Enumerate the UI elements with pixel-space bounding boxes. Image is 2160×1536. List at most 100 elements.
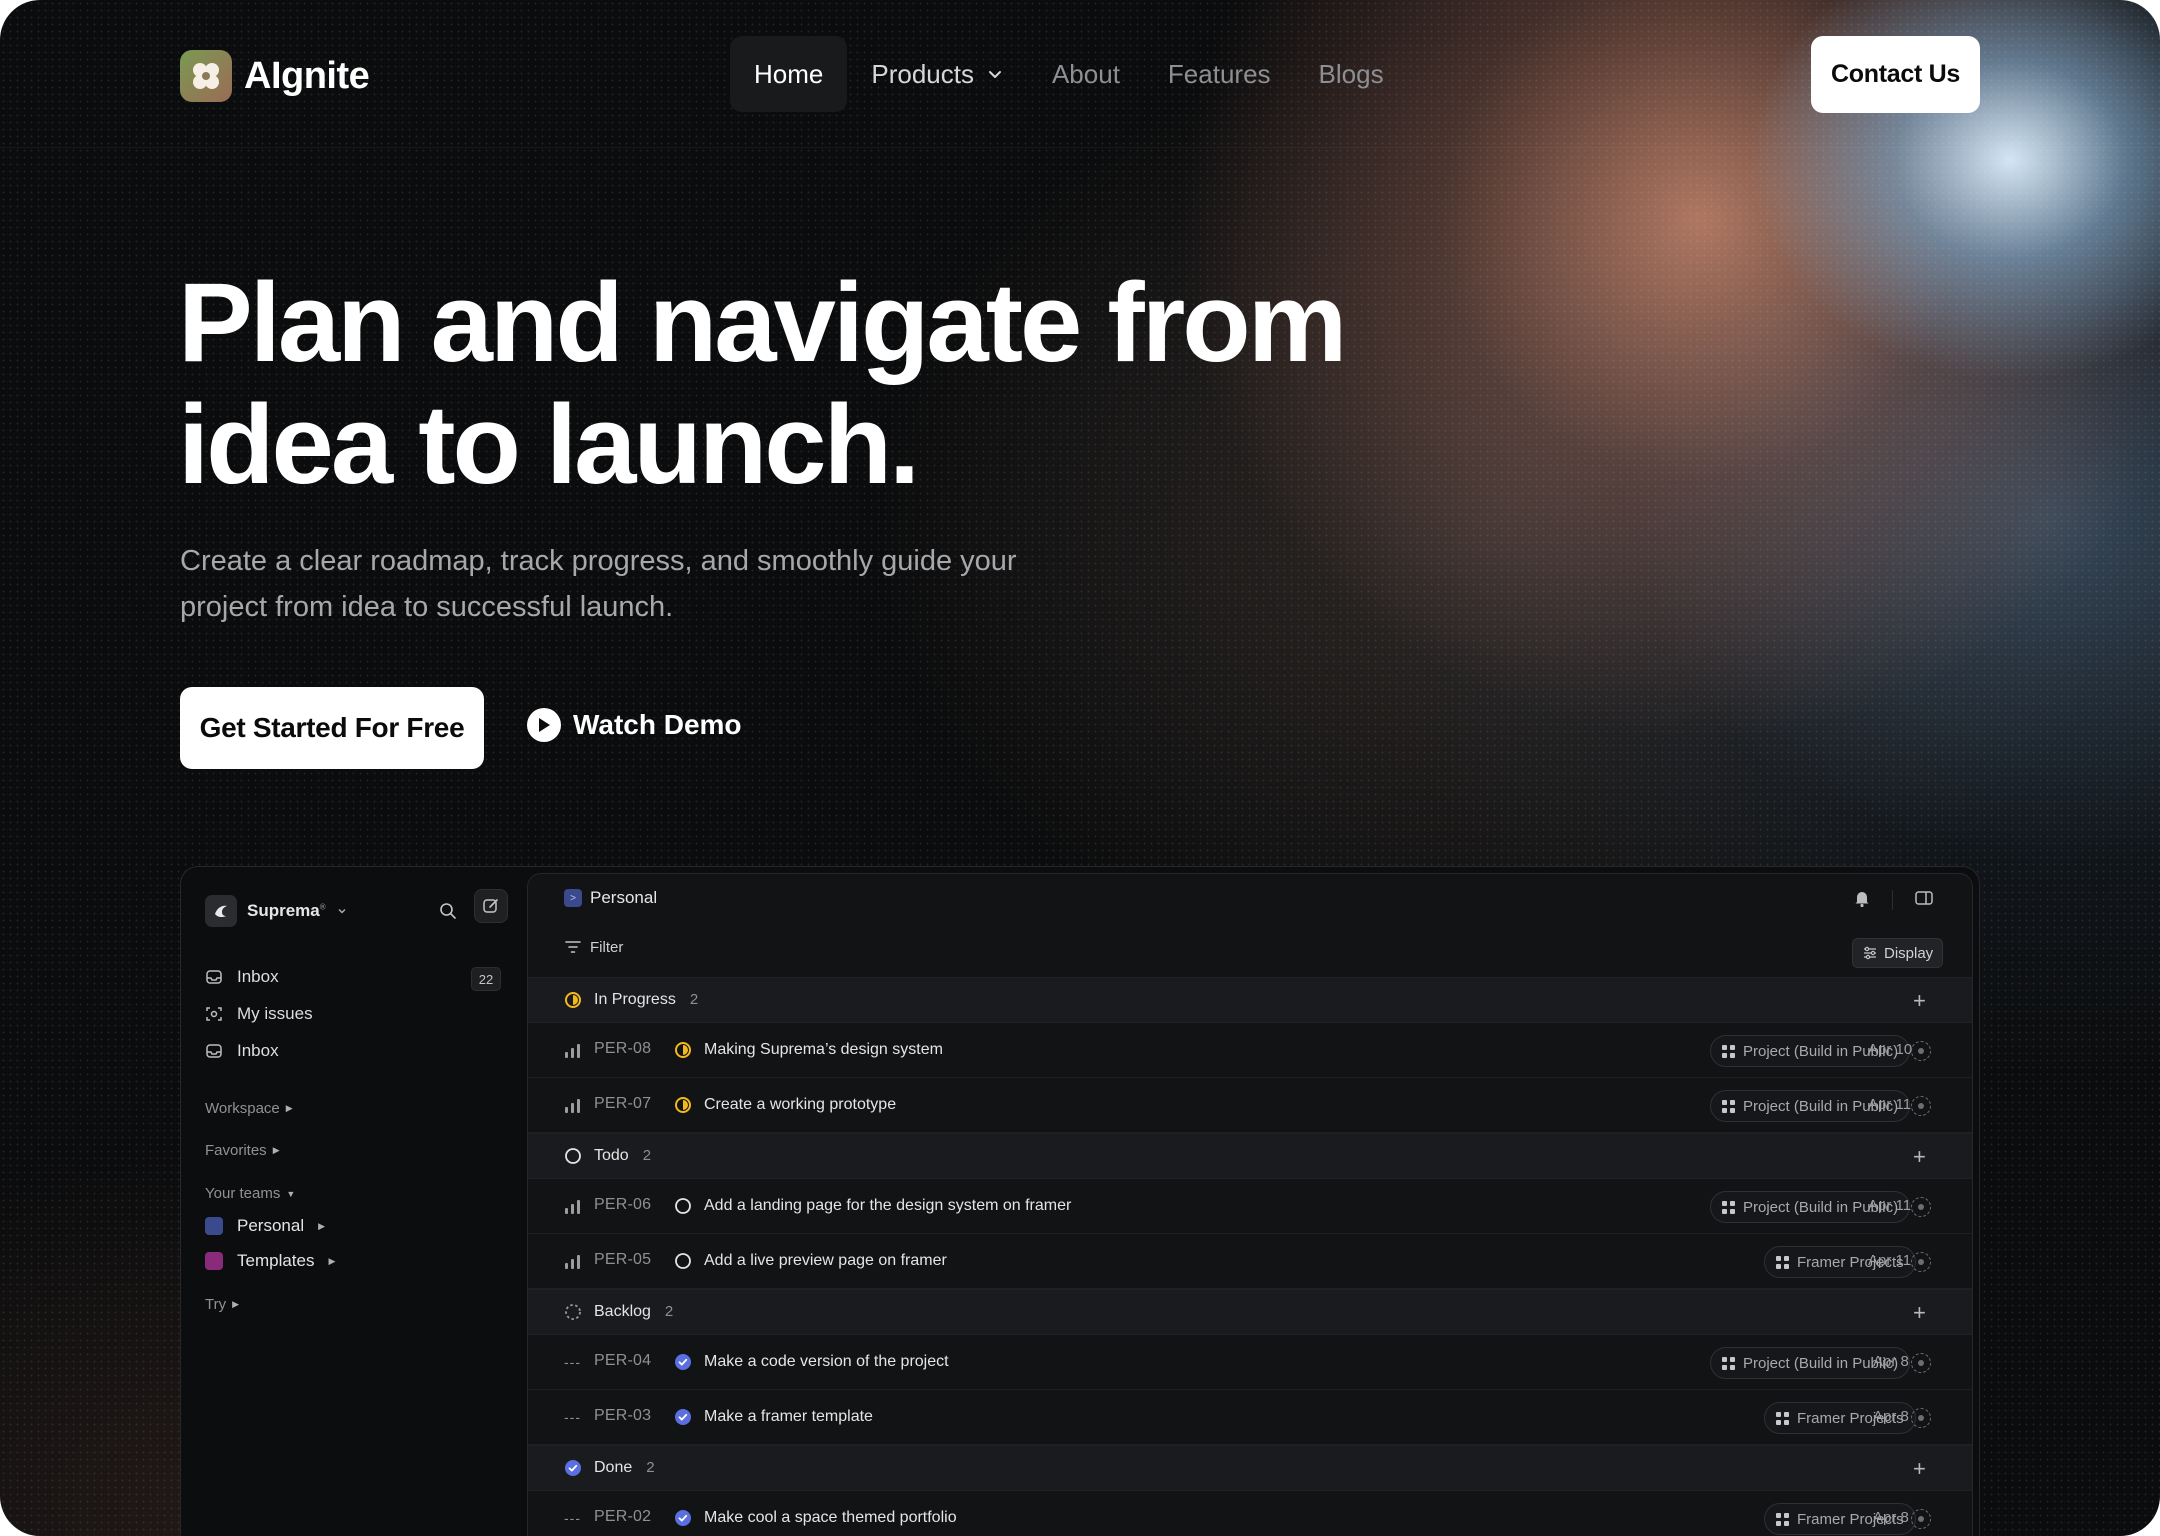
group-header[interactable]: Done 2 + [528, 1445, 1972, 1491]
issue-date: Apr 8 [1873, 1509, 1909, 1526]
section-your-teams[interactable]: Your teams ▼ [205, 1185, 295, 1202]
watch-demo-button[interactable]: Watch Demo [527, 708, 742, 742]
assignee-icon[interactable] [1911, 1252, 1931, 1272]
issue-row[interactable]: --- PER-04 Make a code version of the proj… [528, 1335, 1972, 1390]
compose-icon[interactable] [474, 889, 508, 923]
sidebar-toggle-icon[interactable] [1914, 888, 1934, 908]
section-label: Favorites [205, 1142, 267, 1159]
sidebar-item-my-issues[interactable]: My issues [205, 1004, 313, 1024]
assignee-icon[interactable] [1911, 1096, 1931, 1116]
group-header[interactable]: Todo 2 + [528, 1133, 1972, 1179]
issue-row[interactable]: --- PER-02 Make cool a space themed portfo… [528, 1491, 1972, 1536]
issue-title: Make a framer template [704, 1408, 873, 1425]
in-progress-icon [674, 1041, 692, 1064]
no-priority-icon: --- [564, 1409, 581, 1425]
group-count: 2 [664, 1303, 674, 1320]
caret-right-icon: ▶ [272, 1145, 280, 1155]
issue-row[interactable]: PER-07 Create a working prototype Project … [528, 1078, 1972, 1133]
todo-circle-icon [564, 1147, 582, 1170]
display-label: Display [1884, 944, 1934, 962]
hero-title: Plan and navigate from idea to launch. [178, 260, 1347, 506]
nav-blogs[interactable]: Blogs [1295, 36, 1408, 112]
display-button[interactable]: Display [1852, 938, 1944, 968]
issue-id: PER-03 [594, 1407, 652, 1424]
assignee-icon[interactable] [1911, 1041, 1931, 1061]
caret-right-icon: ▶ [232, 1299, 240, 1309]
group-header[interactable]: In Progress 2 + [528, 977, 1972, 1023]
nav-products-label: Products [871, 58, 974, 89]
group-header[interactable]: Backlog 2 + [528, 1289, 1972, 1335]
group-name-text: Todo [594, 1147, 629, 1164]
issue-date: Apr 8 [1873, 1408, 1909, 1425]
no-priority-icon: --- [564, 1354, 581, 1370]
section-label: Workspace [205, 1100, 280, 1117]
workspace-switcher[interactable]: Suprema® [205, 895, 348, 927]
target-icon [206, 1007, 222, 1021]
search-icon[interactable] [434, 897, 462, 925]
divider [1892, 890, 1893, 910]
section-label: Try [205, 1296, 227, 1313]
add-issue-icon[interactable]: + [1913, 1144, 1926, 1170]
issue-date: Apr 11 [1868, 1096, 1912, 1113]
assignee-icon[interactable] [1911, 1509, 1931, 1529]
hero-subtitle-line2: project from idea to successful launch. [180, 591, 674, 623]
bell-icon[interactable] [1852, 888, 1872, 908]
sliders-icon [1864, 946, 1876, 960]
section-favorites[interactable]: Favorites ▶ [205, 1142, 280, 1159]
nav-about[interactable]: About [1028, 36, 1144, 112]
filter-button[interactable]: Filter [564, 938, 623, 956]
contact-us-button[interactable]: Contact Us [1811, 36, 1980, 113]
group-name: Done 2 [594, 1459, 655, 1477]
inbox-count-badge: 22 [471, 967, 501, 991]
add-issue-icon[interactable]: + [1913, 1456, 1926, 1482]
issue-row[interactable]: PER-08 Making Suprema’s design system Proj… [528, 1023, 1972, 1078]
grid-icon [1776, 1512, 1789, 1526]
issue-row[interactable]: PER-05 Add a live preview page on framer F… [528, 1234, 1972, 1289]
caret-down-icon: ▼ [286, 1188, 296, 1199]
issue-id: PER-06 [594, 1196, 652, 1213]
assignee-icon[interactable] [1911, 1197, 1931, 1217]
issue-title: Add a landing page for the design system… [704, 1197, 1072, 1214]
section-workspace[interactable]: Workspace ▶ [205, 1100, 293, 1117]
grid-icon [1722, 1044, 1735, 1058]
section-try[interactable]: Try ▶ [205, 1296, 239, 1313]
assignee-icon[interactable] [1911, 1353, 1931, 1373]
issue-id: PER-05 [594, 1251, 652, 1268]
panel-title-text: Personal [590, 888, 658, 907]
todo-circle-icon [674, 1252, 692, 1275]
sidebar-item-inbox[interactable]: Inbox [205, 967, 279, 987]
team-personal[interactable]: Personal ▶ [205, 1216, 325, 1236]
issue-date: Apr 11 [1868, 1197, 1912, 1214]
group-count: 2 [642, 1147, 652, 1164]
issue-id: PER-02 [594, 1508, 652, 1525]
issue-id: PER-07 [594, 1095, 652, 1112]
brand-logo[interactable]: AIgnite [180, 50, 370, 102]
get-started-button[interactable]: Get Started For Free [180, 687, 484, 769]
assignee-icon[interactable] [1911, 1408, 1931, 1428]
caret-right-icon: ▶ [328, 1255, 336, 1266]
nav-products[interactable]: Products [847, 36, 1028, 112]
play-icon [527, 708, 561, 742]
team-templates[interactable]: Templates ▶ [205, 1251, 335, 1271]
done-check-icon [674, 1408, 692, 1431]
nav-home[interactable]: Home [730, 36, 848, 112]
hero-subtitle: Create a clear roadmap, track progress, … [180, 538, 1080, 630]
hero-title-line1: Plan and navigate from [178, 260, 1347, 385]
group-count: 2 [646, 1459, 655, 1476]
nav-features[interactable]: Features [1144, 36, 1295, 112]
done-check-icon [674, 1509, 692, 1532]
issue-row[interactable]: --- PER-03 Make a framer template Framer Pr… [528, 1390, 1972, 1445]
grid-icon [1722, 1200, 1735, 1214]
add-issue-icon[interactable]: + [1913, 988, 1926, 1014]
no-priority-icon: --- [564, 1510, 581, 1526]
priority-bars-icon [565, 1200, 580, 1214]
sidebar-item-inbox-2[interactable]: Inbox [205, 1041, 279, 1061]
backlog-icon [564, 1303, 582, 1326]
inbox-icon [206, 1044, 222, 1058]
template-icon [205, 1252, 223, 1270]
issue-row[interactable]: PER-06 Add a landing page for the design … [528, 1179, 1972, 1234]
todo-circle-icon [674, 1197, 692, 1220]
add-issue-icon[interactable]: + [1913, 1300, 1926, 1326]
caret-right-icon: ▶ [285, 1103, 293, 1113]
group-name: Todo 2 [594, 1147, 651, 1165]
